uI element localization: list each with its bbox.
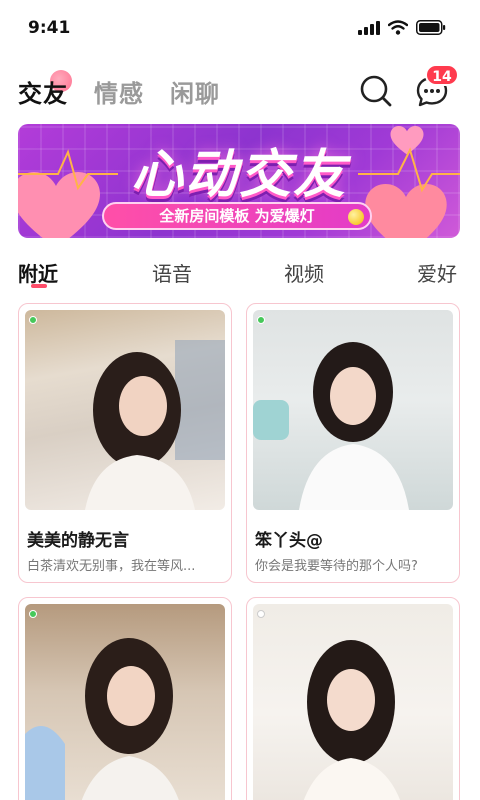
user-photo (253, 604, 453, 800)
banner-title: 心动交友 (130, 145, 347, 205)
online-status-dot (257, 316, 265, 324)
user-card[interactable] (246, 597, 460, 800)
tab-chat[interactable]: 闲聊 (170, 74, 220, 109)
user-card[interactable]: 美美的静无言 白茶清欢无别事，我在等风... (18, 303, 232, 583)
promo-banner[interactable]: 心动交友 全新房间模板 为爱爆灯 (18, 124, 460, 238)
user-bio: 你会是我要等待的那个人吗? (255, 559, 418, 574)
tab-friends[interactable]: 交友 (18, 74, 68, 109)
user-name: 美美的静无言 (27, 531, 129, 551)
active-tab-underline (31, 284, 47, 288)
user-bio: 白茶清欢无别事，我在等风... (27, 559, 196, 574)
user-card[interactable] (18, 597, 232, 800)
banner-subtitle: 全新房间模板 为爱爆灯 (102, 202, 372, 230)
tab-hobby[interactable]: 爱好 (417, 258, 457, 287)
offline-status-dot (257, 610, 265, 618)
status-bar: 9:41 (0, 0, 480, 56)
person-silhouette-icon (303, 640, 400, 800)
person-silhouette-icon (25, 638, 179, 800)
user-card[interactable]: 笨丫头@ 你会是我要等待的那个人吗? (246, 303, 460, 583)
search-icon (360, 75, 392, 107)
message-count-badge: 14 (425, 64, 459, 86)
tab-nearby[interactable]: 附近 (18, 258, 58, 287)
wifi-icon (388, 20, 408, 35)
person-silhouette-icon (253, 342, 409, 510)
user-photo (253, 310, 453, 510)
online-status-dot (29, 316, 37, 324)
user-name: 笨丫头@ (255, 531, 323, 551)
user-photo (25, 604, 225, 800)
tab-emotion[interactable]: 情感 (94, 74, 144, 109)
cellular-signal-icon (358, 20, 380, 35)
tab-video[interactable]: 视频 (284, 258, 324, 287)
category-tabs: 附近 语音 视频 爱好 (0, 252, 480, 292)
status-time: 9:41 (28, 18, 71, 38)
search-button[interactable] (357, 72, 395, 110)
status-icons (358, 20, 446, 35)
top-navigation: 交友 情感 闲聊 14 (0, 64, 480, 116)
user-photo (25, 310, 225, 510)
online-status-dot (29, 610, 37, 618)
coin-icon (348, 209, 364, 225)
tab-voice[interactable]: 语音 (152, 258, 192, 287)
battery-icon (416, 20, 446, 35)
person-silhouette-icon (85, 340, 225, 510)
